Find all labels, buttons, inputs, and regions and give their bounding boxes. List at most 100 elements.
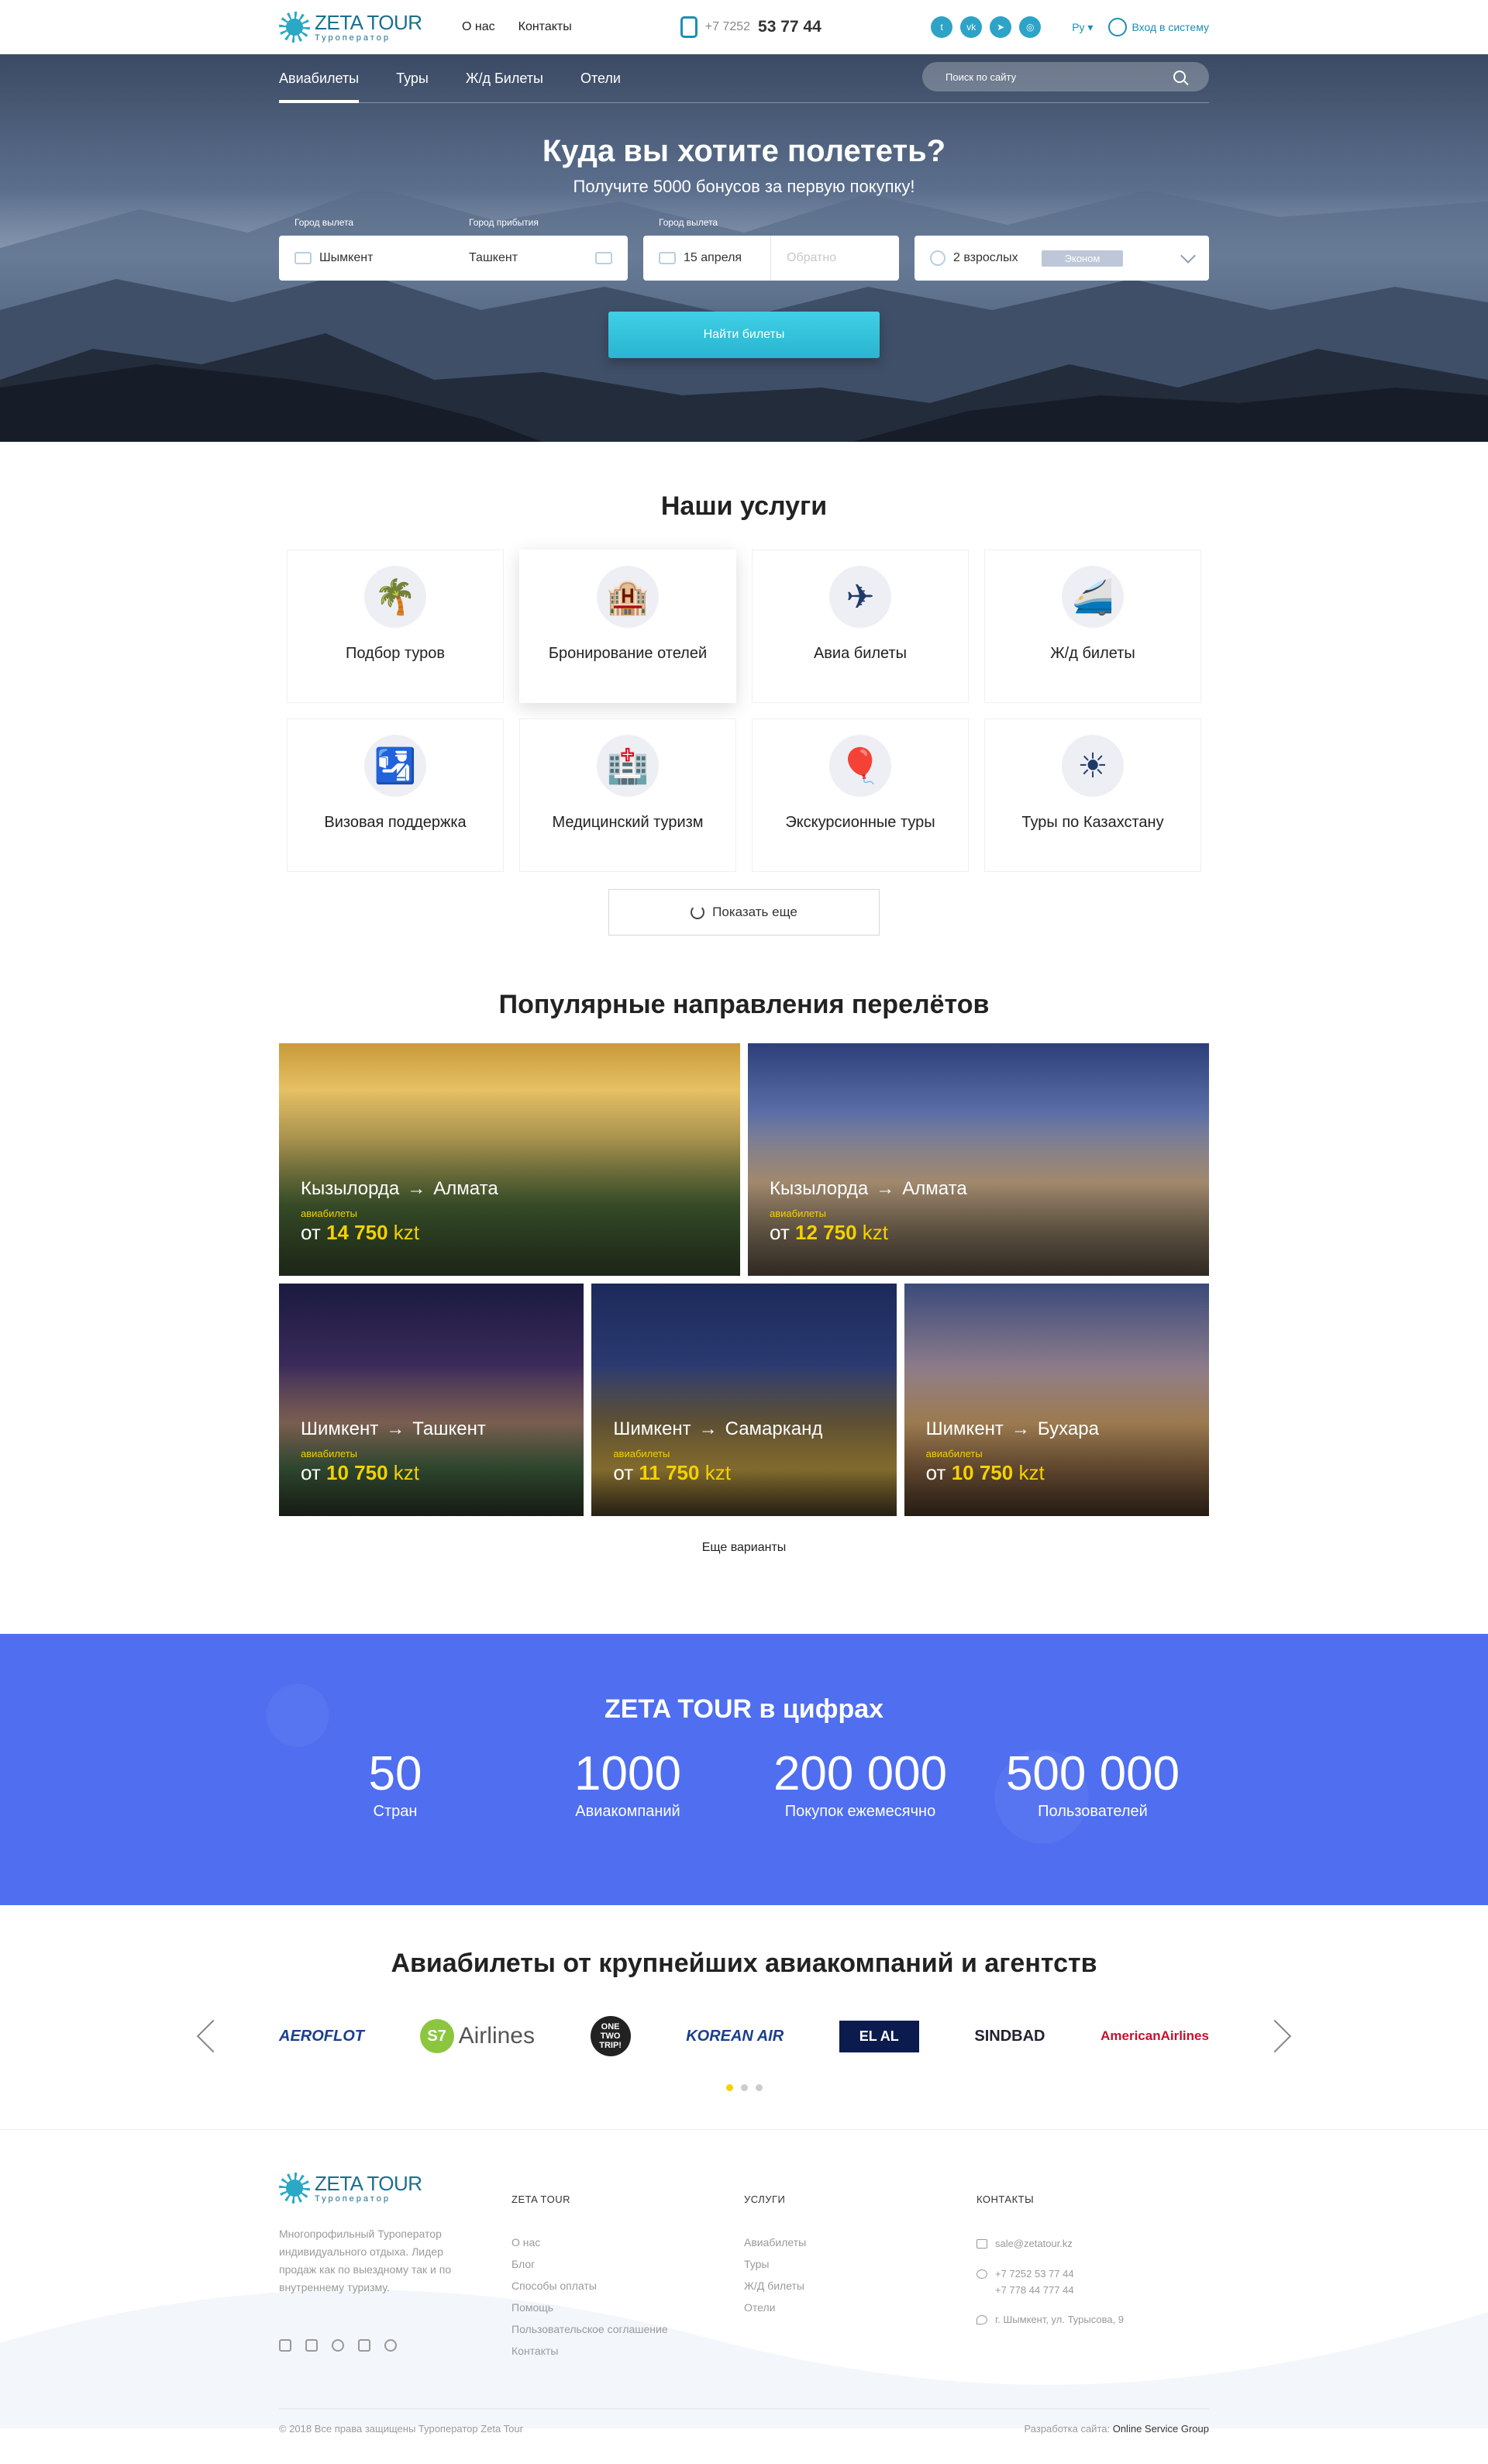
- phone[interactable]: +7 7252 53 77 44: [680, 16, 822, 38]
- footer-link[interactable]: Контакты: [512, 2345, 744, 2357]
- service-tours[interactable]: 🌴 Подбор туров: [287, 550, 504, 703]
- carousel-dot[interactable]: [755, 2084, 763, 2091]
- services-title: Наши услуги: [660, 491, 828, 521]
- footer-link[interactable]: Способы оплаты: [512, 2280, 744, 2292]
- telegram-icon[interactable]: ➤: [990, 16, 1012, 38]
- route-from: Кызылорда: [301, 1178, 400, 1199]
- footer-link[interactable]: Туры: [744, 2258, 976, 2270]
- footer-link[interactable]: Помощь: [512, 2301, 744, 2314]
- destinations-section: Популярные направления перелётов Кызылор…: [0, 936, 1488, 1555]
- footer-logo[interactable]: ZETA TOUR Туроператор: [279, 2173, 434, 2204]
- destination-card[interactable]: Шимкент → Бухара авиабилеты от 10 750 kzt: [904, 1284, 1209, 1516]
- twitter-icon[interactable]: [305, 2339, 318, 2352]
- price-label: авиабилеты: [613, 1448, 670, 1459]
- language-select[interactable]: Ру ▾: [1072, 21, 1093, 34]
- footer-heading: ZETA TOUR: [512, 2193, 571, 2205]
- service-label: Авиа билеты: [813, 645, 908, 662]
- hero-subtitle: Получите 5000 бонусов за первую покупку!: [573, 177, 915, 196]
- service-medical[interactable]: 🏥 Медицинский туризм: [519, 719, 736, 872]
- tab-hotels[interactable]: Отели: [580, 54, 621, 103]
- price-prefix: от: [613, 1461, 634, 1484]
- footer-col-contacts: КОНТАКТЫ sale@zetatour.kz +7 7252 53 77 …: [976, 2173, 1209, 2357]
- show-more-button[interactable]: Показать еще: [608, 889, 880, 936]
- carousel-dot[interactable]: [740, 2084, 748, 2091]
- stat-number: 1000: [574, 1747, 681, 1801]
- hotel-icon: 🏨: [597, 566, 659, 628]
- chevron-right-icon[interactable]: [1258, 2019, 1292, 2053]
- service-hotels[interactable]: 🏨 Бронирование отелей: [519, 550, 736, 703]
- destination-card[interactable]: Шимкент → Самарканд авиабилеты от 11 750 k…: [591, 1284, 897, 1516]
- tab-train[interactable]: Ж/д Билеты: [466, 54, 543, 103]
- date-fields: Город вылета 15 апреля Обратно: [643, 217, 899, 281]
- login-link[interactable]: Вход в систему: [1108, 18, 1209, 36]
- route-to: Самарканд: [725, 1418, 823, 1439]
- facebook-icon[interactable]: [279, 2339, 291, 2352]
- stat-number: 500 000: [1005, 1747, 1180, 1801]
- from-field[interactable]: Шымкент: [279, 236, 453, 281]
- airplane-icon: ✈: [829, 566, 891, 628]
- footer-link[interactable]: Отели: [744, 2301, 976, 2314]
- location-pin-icon: [976, 2315, 987, 2325]
- vk-icon[interactable]: vk: [960, 16, 983, 38]
- s7-mark: S7: [419, 2019, 454, 2053]
- destination-card[interactable]: Кызылорда → Алмата авиабилеты от 14 750 kz…: [279, 1043, 740, 1276]
- price-currency: kzt: [704, 1461, 731, 1484]
- price-prefix: от: [770, 1221, 790, 1244]
- more-options-link[interactable]: Еще варианты: [0, 1541, 1488, 1555]
- service-trains[interactable]: 🚄 Ж/д билеты: [984, 550, 1201, 703]
- logo[interactable]: ZETA TOUR Туроператор: [279, 12, 434, 43]
- price-currency: kzt: [393, 1461, 420, 1484]
- instagram-icon[interactable]: [358, 2339, 370, 2352]
- tab-flights[interactable]: Авиабилеты: [279, 54, 360, 103]
- footer-link[interactable]: Блог: [512, 2258, 744, 2270]
- service-kazakhstan[interactable]: ☀ Туры по Казахстану: [984, 719, 1201, 872]
- service-excursions[interactable]: 🎈 Экскурсионные туры: [752, 719, 969, 872]
- contact-email[interactable]: sale@zetatour.kz: [976, 2236, 1209, 2252]
- destination-card[interactable]: Кызылорда → Алмата авиабилеты от 12 750 kz…: [748, 1043, 1209, 1276]
- stat-label: Покупок ежемесячно: [784, 1803, 936, 1820]
- stat-item: 500 000 Пользователей: [976, 1746, 1209, 1821]
- twitter-icon[interactable]: t: [931, 16, 953, 38]
- carousel-dot[interactable]: [725, 2084, 733, 2091]
- price-label: авиабилеты: [925, 1448, 983, 1459]
- search-input[interactable]: Поиск по сайту: [922, 62, 1209, 91]
- destination-card[interactable]: Шимкент → Ташкент авиабилеты от 10 750 kzt: [279, 1284, 584, 1516]
- from-value: Шымкент: [319, 251, 374, 264]
- footer-link[interactable]: О нас: [512, 2236, 744, 2249]
- chevron-left-icon[interactable]: [196, 2019, 230, 2053]
- footer-socials: [279, 2339, 512, 2352]
- refresh-icon: [691, 905, 705, 919]
- pinterest-icon[interactable]: [384, 2339, 397, 2352]
- destinations-title: Популярные направления перелётов: [498, 990, 990, 1019]
- dribbble-icon[interactable]: [332, 2339, 344, 2352]
- service-visa[interactable]: 🛂 Визовая поддержка: [287, 719, 504, 872]
- footer-link[interactable]: Пользовательское соглашение: [512, 2323, 744, 2335]
- price-currency: kzt: [1018, 1461, 1045, 1484]
- sun-emblem-icon: ☀: [1062, 735, 1124, 797]
- service-label: Медицинский туризм: [552, 814, 704, 831]
- depart-date-field[interactable]: 15 апреля: [643, 236, 771, 281]
- search-icon[interactable]: [1173, 71, 1186, 83]
- footer-heading: УСЛУГИ: [744, 2193, 786, 2205]
- footer-link[interactable]: Ж/Д билеты: [744, 2280, 976, 2292]
- footer-link[interactable]: Авиабилеты: [744, 2236, 976, 2249]
- to-field[interactable]: Ташкент: [453, 236, 628, 281]
- stats-section: ZETA TOUR в цифрах 50 Стран 1000 Авиаком…: [0, 1634, 1488, 1905]
- stat-item: 50 Стран: [279, 1746, 512, 1821]
- services-grid: 🌴 Подбор туров 🏨 Бронирование отелей ✈ А…: [0, 550, 1488, 872]
- nav-about[interactable]: О нас: [462, 20, 495, 34]
- developer-credit[interactable]: Разработка сайта: Online Service Group: [1025, 2423, 1209, 2435]
- tab-tours[interactable]: Туры: [396, 54, 429, 103]
- contact-phones[interactable]: +7 7252 53 77 44 +7 778 44 777 44: [976, 2266, 1209, 2299]
- price-value: 10 750: [326, 1461, 388, 1484]
- find-tickets-button[interactable]: Найти билеты: [608, 312, 880, 358]
- return-placeholder: Обратно: [787, 251, 837, 264]
- service-flights[interactable]: ✈ Авиа билеты: [752, 550, 969, 703]
- mail-icon: [976, 2239, 987, 2249]
- passengers-field[interactable]: 2 взрослых Эконом: [914, 236, 1209, 281]
- instagram-icon[interactable]: ◎: [1019, 16, 1042, 38]
- return-date-field[interactable]: Обратно: [771, 236, 899, 281]
- hero: Авиабилеты Туры Ж/д Билеты Отели Поиск п…: [0, 54, 1488, 442]
- social-links: t vk ➤ ◎: [931, 16, 1042, 38]
- nav-contacts[interactable]: Контакты: [518, 20, 572, 34]
